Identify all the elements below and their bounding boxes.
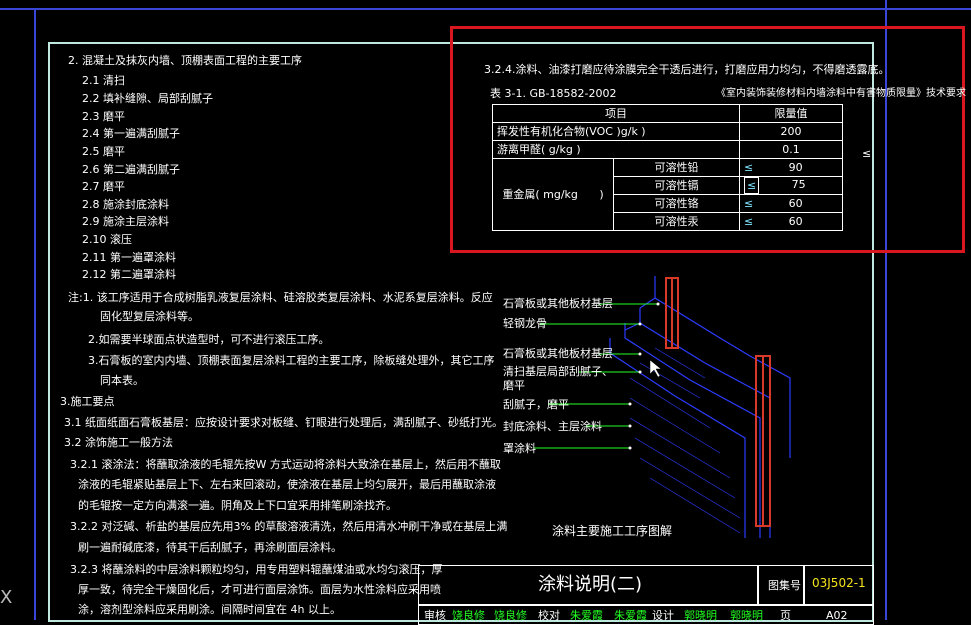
- step-item: 2.3 磨平: [82, 110, 125, 123]
- atlas-label: 图集号: [768, 579, 801, 592]
- diagram-caption: 涂料主要施工工序图解: [552, 524, 673, 538]
- heavy-metal-label: 重金属( mg/kg: [502, 188, 578, 201]
- drawing-title: 涂料说明(二): [538, 574, 643, 595]
- tb-signature: 郭晓明: [730, 609, 763, 622]
- section2-title: 2. 混凝土及抹灰内墙、顶棚表面工程的主要工序: [68, 54, 302, 67]
- note-3a: 3.石膏板的室内内墙、顶棚表面复层涂料工程的主要工序，除板缝处理外，其它工序: [88, 354, 495, 367]
- step-item: 2.5 磨平: [82, 145, 125, 158]
- para-3-1: 3.1 纸面纸面石膏板基层：应按设计要求对板缝、钉眼进行处理后，满刮腻子、砂纸打…: [64, 416, 503, 429]
- hatching: [629, 347, 741, 534]
- section3-title: 3.施工要点: [60, 395, 115, 408]
- left-edge-glyph: X: [0, 587, 13, 608]
- diagram-label: 封底涂料、主层涂料: [503, 420, 602, 433]
- metal-cadmium-value: ≤75: [739, 176, 843, 195]
- metal-mercury-value: ≤60: [739, 212, 843, 231]
- tb-field-label: 校对: [538, 609, 560, 622]
- frame-line-left: [34, 8, 36, 620]
- steel-stud: [665, 277, 679, 349]
- le-symbol: ≤: [744, 161, 754, 174]
- heavy-metal-paren: ): [599, 188, 604, 201]
- step-item: 2.7 磨平: [82, 180, 125, 193]
- metal-cadmium: 可溶性镉: [613, 176, 740, 195]
- diagram-label: 轻钢龙骨: [503, 317, 547, 330]
- row-voc-item: 挥发性有机化合物(VOC )g/k ): [492, 122, 740, 141]
- step-item: 2.9 施涂主层涂料: [82, 215, 169, 228]
- limit-table: 项目 限量值 挥发性有机化合物(VOC )g/k ) 200 游离甲醛( g/k…: [492, 104, 843, 231]
- step-item: 2.10 滚压: [82, 233, 132, 246]
- le-symbol-selected[interactable]: ≤: [744, 177, 760, 194]
- step-item: 2.8 施涂封底涂料: [82, 198, 169, 211]
- para-3-2-3b: 厚一致，待完全干燥固化后，才可进行面层涂饰。面层为水性涂料应采用喷: [78, 583, 441, 596]
- atlas-no: 03J502-1: [812, 576, 866, 590]
- row-hcho-item: 游离甲醛( g/kg ): [492, 140, 740, 159]
- diagram-label: 石膏板或其他板材基层: [503, 297, 613, 310]
- diagram-label: 刮腻子，磨平: [503, 398, 569, 411]
- para-3-2-1c: 的毛辊按一定方向满滚一遍。阴角及上下口宜采用排笔刷涂找齐。: [78, 499, 397, 512]
- le-symbol: ≤: [744, 215, 754, 228]
- page-no: A02: [826, 609, 848, 622]
- metal-lead: 可溶性铅: [613, 158, 740, 177]
- clause-3-2-4: 3.2.4.涂料、油漆打磨应待涂膜完全干透后进行，打磨应用力均匀，不得磨透露底。: [484, 63, 890, 76]
- tb-signature: 饶良修: [452, 609, 485, 622]
- step-item: 2.6 第二遍满刮腻子: [82, 163, 180, 176]
- note-3b: 同本表。: [100, 374, 144, 387]
- table-ref: 表 3-1. GB-18582-2002: [490, 87, 617, 100]
- para-3-2-3c: 涂，溶剂型涂料应采用刷涂。间隔时间宜在 4h 以上。: [78, 603, 341, 616]
- metal-chromium-value: ≤60: [739, 194, 843, 213]
- mouse-cursor-icon: [649, 359, 662, 378]
- tb-signature: 朱爱霞: [614, 609, 647, 622]
- row-hcho-value: 0.1: [739, 140, 843, 159]
- tb-field-label: 审核: [424, 609, 446, 622]
- para-3-2: 3.2 涂饰施工一般方法: [64, 436, 173, 449]
- step-item: 2.2 填补缝隙、局部刮腻子: [82, 92, 213, 105]
- tb-field-label: 设计: [652, 609, 674, 622]
- note-1b: 固化型复层涂料等。: [100, 310, 199, 323]
- heavy-metal-cell: 重金属( mg/kg ): [492, 158, 614, 231]
- metal-lead-value: ≤90: [739, 158, 843, 177]
- col-limit: 限量值: [739, 104, 843, 123]
- row-voc-value: 200: [739, 122, 843, 141]
- para-3-2-3a: 3.2.3 将蘸涂料的中层涂料颗粒均匀，用专用塑料辊蘸煤油或水均匀滚压，厚: [70, 563, 443, 576]
- step-item: 2.11 第一遍罩涂料: [82, 251, 176, 264]
- para-3-2-1b: 涂液的毛辊紧贴基层上下、左右来回滚动，使涂液在基层上均匀展开，最后用蘸取涂液: [78, 478, 496, 491]
- page-label: 页: [780, 609, 791, 622]
- step-item: 2.1 清扫: [82, 74, 125, 87]
- diagram-label: 磨平: [503, 379, 525, 392]
- frame-line-top: [0, 8, 971, 10]
- table-title: 《室内装饰装修材料内墙涂料中有害物质限量》技术要求: [716, 88, 966, 99]
- note-2: 2.如需要半球面点状造型时，可不进行滚压工序。: [88, 333, 330, 346]
- tb-signature: 朱爱霞: [570, 609, 603, 622]
- metal-mercury: 可溶性汞: [613, 212, 740, 231]
- metal-chromium: 可溶性铬: [613, 194, 740, 213]
- tb-signature: 郭晓明: [684, 609, 717, 622]
- para-3-2-1a: 3.2.1 滚涂法：将蘸取涂液的毛辊先按W 方式运动将涂料大致涂在基层上，然后用…: [70, 458, 501, 471]
- col-item: 项目: [492, 104, 740, 123]
- note-1a: 注:1. 该工序适用于合成树脂乳液复层涂料、硅溶胶类复层涂料、水泥系复层涂料。反…: [68, 291, 493, 304]
- step-item: 2.12 第二遍罩涂料: [82, 268, 176, 281]
- para-3-2-2a: 3.2.2 对泛碱、析盐的基层应先用3% 的草酸溶液清洗，然后用清水冲刷干净或在…: [70, 520, 508, 533]
- diagram-label: 罩涂料: [503, 442, 536, 455]
- step-item: 2.4 第一遍满刮腻子: [82, 127, 180, 140]
- tb-signature: 饶良修: [494, 609, 527, 622]
- para-3-2-2b: 刷一遍耐碱底漆，待其干后刮腻子，再涂刷面层涂料。: [78, 541, 342, 554]
- le-symbol: ≤: [744, 197, 754, 210]
- diagram-label: 清扫基层局部刮腻子、: [503, 365, 613, 378]
- diagram-label: 石膏板或其他板材基层: [503, 347, 613, 360]
- side-le-symbol: ≤: [862, 147, 872, 160]
- steel-stud: [755, 355, 771, 527]
